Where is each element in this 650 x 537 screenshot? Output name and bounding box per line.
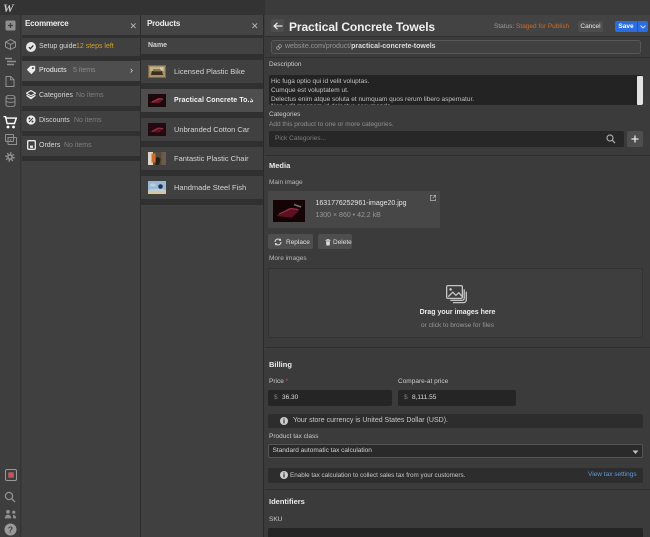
svg-text:?: ? xyxy=(8,525,13,535)
